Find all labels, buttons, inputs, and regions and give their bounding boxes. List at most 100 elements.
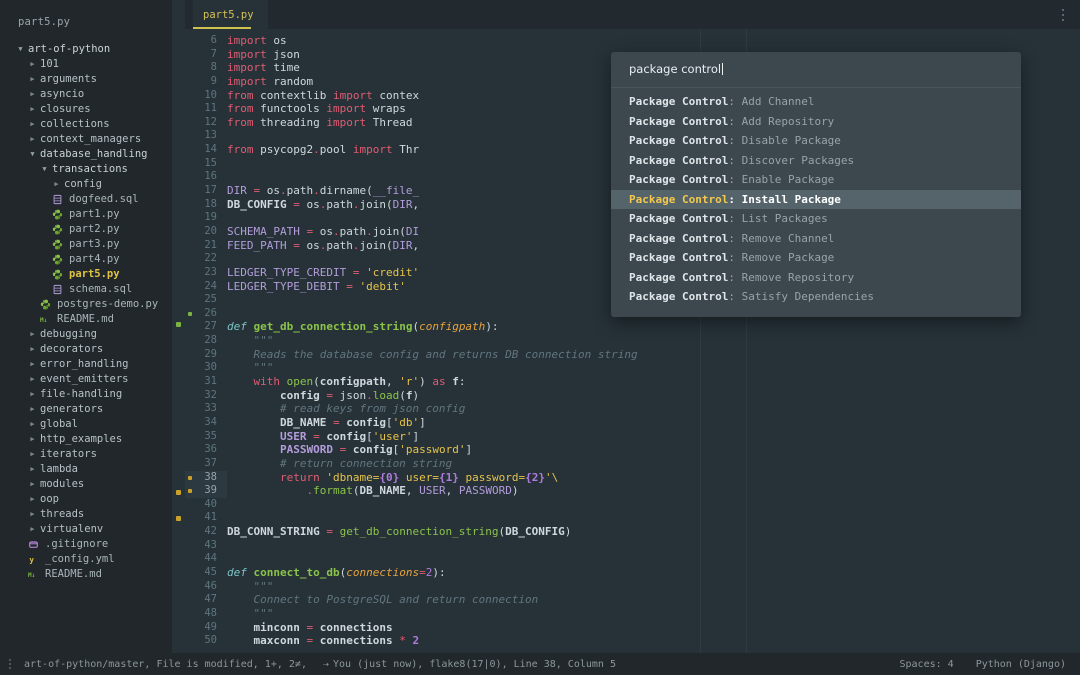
code-line[interactable]: 39 .format(DB_NAME, USER, PASSWORD): [185, 484, 1080, 498]
command-palette-input[interactable]: package control: [611, 52, 1021, 88]
code-line[interactable]: 43: [185, 539, 1080, 553]
command-palette-item[interactable]: Package Control: Install Package: [611, 190, 1021, 210]
more-options-icon[interactable]: [1056, 8, 1070, 22]
chevron-right-icon[interactable]: ▶: [28, 462, 37, 477]
tree-item-generators[interactable]: ▶generators: [0, 402, 185, 417]
tree-item-gitignore[interactable]: .gitignore: [0, 537, 185, 552]
command-palette-item[interactable]: Package Control: Satisfy Dependencies: [611, 287, 1021, 307]
tab-part5-py[interactable]: part5.py: [193, 0, 268, 29]
tree-item-threads[interactable]: ▶threads: [0, 507, 185, 522]
command-palette-item[interactable]: Package Control: Enable Package: [611, 170, 1021, 190]
sidebar[interactable]: part5.py ▼art-of-python▶101▶arguments▶as…: [0, 0, 185, 653]
editor-scroll-gutter[interactable]: [1068, 29, 1080, 653]
chevron-right-icon[interactable]: ▶: [28, 57, 37, 72]
tree-item-config-yml[interactable]: y_config.yml: [0, 552, 185, 567]
tree-item-readme-md[interactable]: M↓README.md: [0, 312, 185, 327]
tree-item-config[interactable]: ▶config: [0, 177, 185, 192]
tree-item-schema-sql[interactable]: schema.sql: [0, 282, 185, 297]
tree-item-closures[interactable]: ▶closures: [0, 102, 185, 117]
tree-item-asyncio[interactable]: ▶asyncio: [0, 87, 185, 102]
tree-item-arguments[interactable]: ▶arguments: [0, 72, 185, 87]
tree-item-error-handling[interactable]: ▶error_handling: [0, 357, 185, 372]
code-line[interactable]: 37 # return connection string: [185, 457, 1080, 471]
status-syntax[interactable]: Python (Django): [976, 659, 1066, 670]
chevron-right-icon[interactable]: ▶: [28, 447, 37, 462]
tree-item-101[interactable]: ▶101: [0, 57, 185, 72]
file-tree[interactable]: ▼art-of-python▶101▶arguments▶asyncio▶clo…: [0, 38, 185, 582]
code-line[interactable]: 34 DB_NAME = config['db']: [185, 416, 1080, 430]
status-indentation[interactable]: Spaces: 4: [900, 659, 954, 670]
tree-item-part1-py[interactable]: part1.py: [0, 207, 185, 222]
chevron-right-icon[interactable]: ▶: [28, 102, 37, 117]
tree-item-transactions[interactable]: ▼transactions: [0, 162, 185, 177]
chevron-right-icon[interactable]: ▶: [28, 132, 37, 147]
command-palette-results[interactable]: Package Control: Add ChannelPackage Cont…: [611, 88, 1021, 317]
tree-item-context-managers[interactable]: ▶context_managers: [0, 132, 185, 147]
code-line[interactable]: 47 Connect to PostgreSQL and return conn…: [185, 593, 1080, 607]
chevron-right-icon[interactable]: ▶: [28, 477, 37, 492]
command-palette-item[interactable]: Package Control: List Packages: [611, 209, 1021, 229]
chevron-right-icon[interactable]: ▶: [28, 387, 37, 402]
code-line[interactable]: 36 PASSWORD = config['password']: [185, 443, 1080, 457]
code-line[interactable]: 44: [185, 552, 1080, 566]
chevron-right-icon[interactable]: ▶: [28, 117, 37, 132]
tree-item-global[interactable]: ▶global: [0, 417, 185, 432]
code-line[interactable]: 48 """: [185, 607, 1080, 621]
chevron-right-icon[interactable]: ▶: [28, 342, 37, 357]
tree-item-decorators[interactable]: ▶decorators: [0, 342, 185, 357]
tree-item-modules[interactable]: ▶modules: [0, 477, 185, 492]
code-line[interactable]: 40: [185, 498, 1080, 512]
code-line[interactable]: 49 minconn = connections: [185, 621, 1080, 635]
code-line[interactable]: 27def get_db_connection_string(configpat…: [185, 320, 1080, 334]
tree-item-debugging[interactable]: ▶debugging: [0, 327, 185, 342]
code-line[interactable]: 33 # read keys from json config: [185, 402, 1080, 416]
chevron-right-icon[interactable]: ▶: [28, 327, 37, 342]
command-palette-item[interactable]: Package Control: Remove Channel: [611, 229, 1021, 249]
tab-bar[interactable]: part5.py: [185, 0, 1080, 29]
code-line[interactable]: 41: [185, 511, 1080, 525]
tree-item-part4-py[interactable]: part4.py: [0, 252, 185, 267]
chevron-down-icon[interactable]: ▼: [16, 42, 25, 57]
tree-item-database-handling[interactable]: ▼database_handling: [0, 147, 185, 162]
tree-item-http-examples[interactable]: ▶http_examples: [0, 432, 185, 447]
status-blame-info[interactable]: You (just now), flake8(17|0), Line 38, C…: [333, 659, 616, 670]
tree-item-file-handling[interactable]: ▶file-handling: [0, 387, 185, 402]
tree-item-dogfeed-sql[interactable]: dogfeed.sql: [0, 192, 185, 207]
chevron-right-icon[interactable]: ▶: [28, 522, 37, 537]
command-palette-item[interactable]: Package Control: Add Repository: [611, 112, 1021, 132]
chevron-right-icon[interactable]: ▶: [28, 507, 37, 522]
chevron-right-icon[interactable]: ▶: [28, 492, 37, 507]
command-palette-item[interactable]: Package Control: Remove Package: [611, 248, 1021, 268]
chevron-right-icon[interactable]: ▶: [28, 372, 37, 387]
status-drag-handle[interactable]: [0, 659, 20, 669]
code-line[interactable]: 42DB_CONN_STRING = get_db_connection_str…: [185, 525, 1080, 539]
tree-item-virtualenv[interactable]: ▶virtualenv: [0, 522, 185, 537]
chevron-right-icon[interactable]: ▶: [28, 87, 37, 102]
tree-item-collections[interactable]: ▶collections: [0, 117, 185, 132]
tree-item-part5-py[interactable]: part5.py: [0, 267, 185, 282]
code-line[interactable]: 32 config = json.load(f): [185, 389, 1080, 403]
tree-item-part3-py[interactable]: part3.py: [0, 237, 185, 252]
chevron-right-icon[interactable]: ▶: [28, 72, 37, 87]
code-line[interactable]: 50 maxconn = connections * 2: [185, 634, 1080, 648]
chevron-right-icon[interactable]: ▶: [28, 432, 37, 447]
command-palette-item[interactable]: Package Control: Remove Repository: [611, 268, 1021, 288]
command-palette-item[interactable]: Package Control: Disable Package: [611, 131, 1021, 151]
command-palette-item[interactable]: Package Control: Add Channel: [611, 92, 1021, 112]
code-line[interactable]: 31 with open(configpath, 'r') as f:: [185, 375, 1080, 389]
command-palette-item[interactable]: Package Control: Discover Packages: [611, 151, 1021, 171]
code-line[interactable]: 38 return 'dbname={0} user={1} password=…: [185, 471, 1080, 485]
chevron-down-icon[interactable]: ▼: [28, 147, 37, 162]
status-git-info[interactable]: art-of-python/master, File is modified, …: [24, 659, 307, 670]
chevron-down-icon[interactable]: ▼: [40, 162, 49, 177]
code-line[interactable]: 46 """: [185, 580, 1080, 594]
code-line[interactable]: 35 USER = config['user']: [185, 430, 1080, 444]
code-line[interactable]: 29 Reads the database config and returns…: [185, 348, 1080, 362]
tree-item-lambda[interactable]: ▶lambda: [0, 462, 185, 477]
tree-item-readme-md[interactable]: M↓README.md: [0, 567, 185, 582]
chevron-right-icon[interactable]: ▶: [28, 402, 37, 417]
tree-item-art-of-python[interactable]: ▼art-of-python: [0, 42, 185, 57]
code-line[interactable]: 45def connect_to_db(connections=2):: [185, 566, 1080, 580]
code-line[interactable]: 30 """: [185, 361, 1080, 375]
tree-item-part2-py[interactable]: part2.py: [0, 222, 185, 237]
